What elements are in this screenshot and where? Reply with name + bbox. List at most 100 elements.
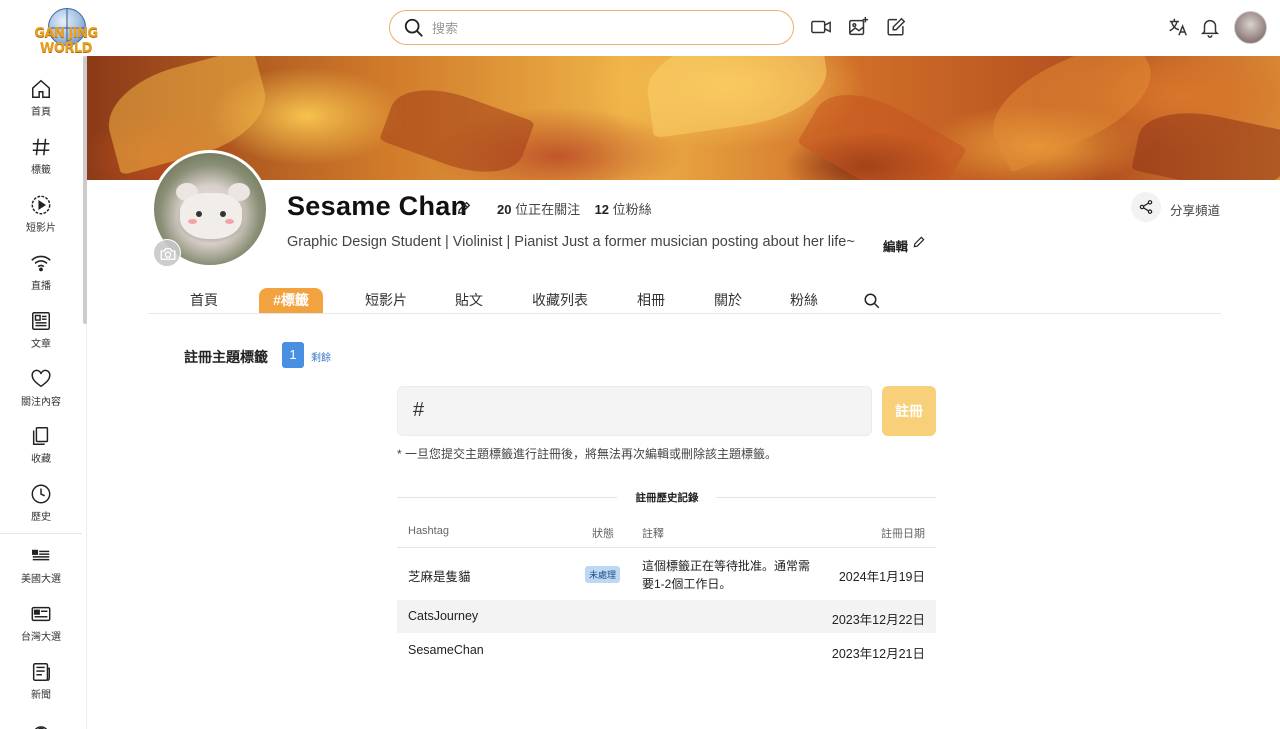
sidebar-item-tw-election[interactable]: 台灣大選	[0, 603, 82, 655]
translate-icon[interactable]	[1167, 16, 1189, 38]
date-cell: 2023年12月21日	[831, 647, 925, 661]
remaining-count-badge: 1	[282, 342, 304, 368]
home-icon	[32, 79, 50, 98]
news-icon	[32, 663, 50, 681]
history-table-header: Hashtag 狀態 註釋 註冊日期	[397, 518, 936, 548]
sidebar-item-following[interactable]: 關注內容	[0, 368, 82, 420]
edit-bio-button[interactable]: 編輯	[883, 236, 908, 255]
sidebar-item-label: 直播	[31, 281, 51, 292]
bell-icon[interactable]	[1199, 16, 1221, 38]
sidebar-item-label: 首頁	[31, 107, 51, 118]
column-header: 註冊日期	[881, 528, 925, 540]
avatar-plush-face	[180, 193, 242, 239]
hashtag-input-box[interactable]: #	[397, 386, 872, 436]
table-row: SesameChan 2023年12月21日	[397, 633, 936, 667]
following-label[interactable]: 位正在關注	[515, 202, 580, 217]
sidebar-item-bookmarks[interactable]: 收藏	[0, 425, 82, 477]
column-header: 狀態	[592, 528, 614, 540]
add-image-icon[interactable]	[847, 16, 869, 38]
tab-shorts[interactable]: 短影片	[358, 288, 414, 313]
register-hashtag-title: 註冊主題標籤	[184, 349, 268, 365]
tw-election-icon	[31, 606, 51, 622]
sidebar-item-label: 美國大選	[21, 574, 61, 585]
history-title: 註冊歷史記錄	[620, 490, 714, 505]
tab-home[interactable]: 首頁	[178, 288, 230, 313]
top-bar: GAN JING WORLD	[0, 0, 1280, 56]
sidebar-item-label: 新聞	[31, 690, 51, 701]
hashtag-cell: CatsJourney	[408, 609, 479, 623]
sidebar-item-label: 短影片	[26, 223, 56, 234]
sidebar-item-history[interactable]: 歷史	[0, 483, 82, 535]
wifi-icon	[31, 255, 51, 272]
sidebar-item-shorts[interactable]: 短影片	[0, 194, 82, 246]
sidebar-item-us-election[interactable]: 美國大選	[0, 545, 82, 597]
fans-count[interactable]: 12	[595, 202, 609, 217]
tab-posts[interactable]: 貼文	[446, 288, 492, 313]
sidebar-item-home[interactable]: 首頁	[0, 78, 82, 130]
status-badge: 未處理	[585, 566, 621, 583]
tab-fans[interactable]: 粉絲	[781, 288, 827, 313]
sidebar-item-live[interactable]: 直播	[0, 252, 82, 304]
share-icon-wrap	[1131, 192, 1161, 222]
heart-icon	[31, 369, 51, 388]
tab-albums[interactable]: 相冊	[628, 288, 674, 313]
sidebar-item-label: 台灣大選	[21, 632, 61, 643]
edit-name-pencil-icon[interactable]	[456, 200, 472, 216]
video-camera-icon[interactable]	[810, 16, 832, 38]
hashtag-input[interactable]	[438, 399, 858, 425]
channel-name: Sesame Chan	[287, 191, 468, 221]
site-logo[interactable]: GAN JING WORLD	[26, 8, 106, 56]
search-bar[interactable]	[389, 10, 794, 45]
table-row: 芝麻是隻貓 未處理 這個標籤正在等待批准。通常需要1-2個工作日。 2024年1…	[397, 549, 936, 600]
table-row: CatsJourney 2023年12月22日	[397, 600, 936, 633]
following-count[interactable]: 20	[497, 202, 511, 217]
tab-hashtags[interactable]: #標籤	[259, 288, 323, 313]
avatar-cheek	[188, 219, 197, 224]
search-input[interactable]	[432, 17, 772, 39]
clock-icon	[31, 484, 51, 504]
edit-pencil-icon[interactable]	[912, 235, 926, 249]
date-cell: 2024年1月19日	[838, 570, 925, 584]
remaining-label: 剩餘	[311, 353, 331, 364]
tab-about[interactable]: 關於	[705, 288, 751, 313]
column-header: 註釋	[642, 528, 664, 540]
cover-image	[87, 56, 1280, 180]
tab-search-icon[interactable]	[863, 292, 881, 310]
share-label: 分享頻道	[1170, 204, 1221, 218]
article-icon	[32, 312, 50, 330]
register-note: * 一旦您提交主題標籤進行註冊後，將無法再次編輯或刪除該主題標籤。	[397, 447, 778, 461]
note-cell: 這個標籤正在等待批准。通常需要1-2個工作日。	[642, 559, 811, 591]
camera-icon	[160, 248, 176, 260]
avatar-eye	[196, 211, 202, 217]
avatar-eye	[220, 211, 226, 217]
sidebar-item-hashtag[interactable]: 標籤	[0, 136, 82, 188]
sidebar-item-label: 收藏	[31, 454, 51, 465]
divider	[397, 497, 617, 498]
sidebar-item-articles[interactable]: 文章	[0, 310, 82, 362]
bookmark-icon	[32, 427, 49, 445]
column-header: Hashtag	[408, 525, 449, 537]
logo-text: GAN JING WORLD	[34, 26, 98, 56]
user-avatar[interactable]	[1234, 11, 1267, 44]
left-sidebar: 首頁 標籤 短影片 直播 文章 關注內容 收藏 歷史 美國大選 台灣大選 新聞	[0, 56, 87, 729]
hashtag-icon	[32, 138, 50, 156]
avatar-cheek	[225, 219, 234, 224]
change-avatar-button[interactable]	[153, 239, 181, 267]
sidebar-divider	[0, 533, 82, 534]
podcast-icon[interactable]	[30, 716, 52, 729]
sidebar-item-label: 文章	[31, 339, 51, 350]
us-election-icon	[32, 549, 50, 561]
fans-label[interactable]: 位粉絲	[613, 202, 652, 217]
date-cell: 2023年12月22日	[831, 613, 925, 627]
sidebar-item-label: 歷史	[31, 512, 51, 523]
sidebar-item-label: 關注內容	[21, 397, 61, 408]
compose-icon[interactable]	[885, 16, 907, 38]
tab-collections[interactable]: 收藏列表	[528, 288, 592, 313]
sidebar-item-news[interactable]: 新聞	[0, 661, 82, 713]
hash-prefix: #	[413, 399, 425, 421]
channel-bio: Graphic Design Student | Violinist | Pia…	[287, 234, 855, 250]
play-icon	[31, 195, 51, 215]
search-icon[interactable]	[403, 17, 425, 39]
divider	[716, 497, 936, 498]
register-button[interactable]: 註冊	[882, 386, 936, 436]
